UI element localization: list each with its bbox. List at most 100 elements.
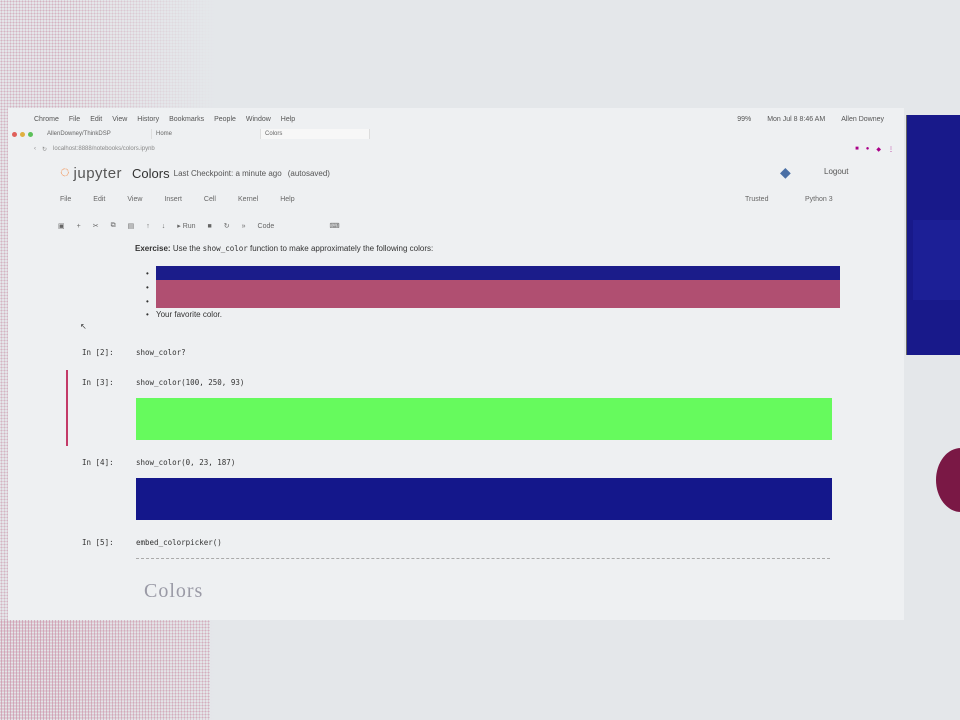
selected-cell-indicator	[66, 370, 68, 446]
nb-menu-insert[interactable]: Insert	[164, 196, 182, 208]
nb-menu-help[interactable]: Help	[280, 196, 294, 208]
jupyter-logo-icon[interactable]: ◌	[60, 164, 70, 182]
add-cell-icon[interactable]: +	[77, 223, 81, 230]
color-picker-output[interactable]	[136, 558, 830, 621]
menu-icon[interactable]: ⋮	[888, 146, 894, 153]
code-cell-3[interactable]: In [3]: show_color(100, 250, 93)	[82, 378, 244, 387]
favorite-color-text: Your favorite color.	[156, 309, 222, 319]
target-swatch-blue	[156, 266, 840, 280]
color-output-blue	[136, 478, 832, 520]
tab-label: Colors	[265, 131, 283, 137]
code-cell-4[interactable]: In [4]: show_color(0, 23, 187)	[82, 458, 235, 467]
browser-tab-strip: AllenDowney/ThinkDSP Home Colors	[8, 128, 904, 140]
list-item: •	[146, 280, 840, 294]
jupyter-header: ◌ jupyter Colors Last Checkpoint: a minu…	[60, 162, 880, 184]
exercise-post: function to make approximately the follo…	[250, 244, 434, 253]
window-controls	[12, 131, 33, 137]
save-icon[interactable]: ▣	[58, 222, 65, 230]
mac-menu-bar: Chrome File Edit View History Bookmarks …	[8, 112, 904, 126]
nb-menu-edit[interactable]: Edit	[93, 196, 105, 208]
reload-icon[interactable]: ↻	[42, 146, 47, 153]
menu-view[interactable]: View	[112, 116, 127, 123]
side-logo-icon	[936, 448, 960, 512]
side-slide-preview	[906, 115, 960, 355]
tab-thinkdsp[interactable]: AllenDowney/ThinkDSP	[43, 129, 152, 139]
cell-code[interactable]: show_color(0, 23, 187)	[136, 458, 235, 467]
autosave-status: (autosaved)	[287, 168, 330, 178]
nb-menu-view[interactable]: View	[127, 196, 142, 208]
status-area: 99% Mon Jul 8 8:46 AM Allen Downey	[737, 116, 904, 123]
list-item: • Your favorite color.	[146, 308, 840, 320]
menu-file[interactable]: File	[69, 116, 80, 123]
user-name[interactable]: Allen Downey	[841, 116, 884, 123]
extension-icon[interactable]: ■	[855, 146, 859, 153]
cell-code[interactable]: show_color(100, 250, 93)	[136, 378, 244, 387]
mouse-cursor-icon: ↖	[80, 322, 87, 331]
color-output-green	[136, 398, 832, 440]
fast-forward-icon[interactable]: »	[242, 223, 246, 230]
kernel-indicator: Python 3	[805, 196, 833, 203]
menu-edit[interactable]: Edit	[90, 116, 102, 123]
list-item: •	[146, 294, 840, 308]
side-slide-panel	[913, 220, 960, 300]
bullet-icon: •	[146, 309, 149, 319]
menu-history[interactable]: History	[137, 116, 159, 123]
tab-label: Home	[156, 131, 173, 137]
zoom-window-button[interactable]	[28, 131, 33, 137]
exercise-label: Exercise:	[135, 244, 171, 253]
move-down-icon[interactable]: ↓	[162, 223, 166, 230]
menu-chrome[interactable]: Chrome	[34, 116, 59, 123]
clock: Mon Jul 8 8:46 AM	[767, 115, 826, 123]
nb-menu-kernel[interactable]: Kernel	[238, 196, 258, 208]
checkpoint-status: Last Checkpoint: a minute ago	[173, 168, 282, 178]
cell-prompt: In [5]:	[82, 538, 114, 547]
notebook-title[interactable]: Colors	[132, 166, 170, 181]
url-text[interactable]: localhost:8888/notebooks/colors.ipynb	[53, 146, 155, 152]
color-picker-logo: Colors	[144, 580, 204, 602]
minimize-window-button[interactable]	[20, 131, 25, 137]
menu-people[interactable]: People	[214, 116, 236, 123]
cell-type-select[interactable]: Code	[258, 223, 318, 230]
extension-icon[interactable]: ◆	[876, 146, 881, 153]
close-window-button[interactable]	[12, 131, 17, 137]
menu-window[interactable]: Window	[246, 116, 271, 123]
exercise-text: Exercise: Use the show_color function to…	[135, 244, 433, 253]
cell-prompt: In [2]:	[82, 348, 114, 357]
command-palette-icon[interactable]: ⌨	[330, 222, 340, 230]
copy-icon[interactable]: ⧉	[111, 222, 116, 230]
paste-icon[interactable]: ▤	[128, 222, 135, 230]
bullet-icon: •	[146, 268, 149, 278]
run-label: Run	[182, 223, 196, 230]
target-swatch-pink	[156, 280, 840, 294]
extension-icon[interactable]: ●	[866, 146, 870, 153]
tab-home[interactable]: Home	[152, 129, 261, 139]
bullet-icon: •	[146, 282, 149, 292]
stop-icon[interactable]: ■	[208, 223, 212, 230]
address-bar[interactable]: ‹ ↻ localhost:8888/notebooks/colors.ipyn…	[34, 144, 894, 154]
back-icon[interactable]: ‹	[34, 146, 36, 152]
jupyter-wordmark[interactable]: jupyter	[74, 165, 123, 182]
nb-menu-cell[interactable]: Cell	[204, 196, 216, 208]
exercise-pre: Use the	[172, 244, 201, 253]
browser-window: Chrome File Edit View History Bookmarks …	[8, 108, 904, 620]
trusted-indicator[interactable]: Trusted	[745, 196, 768, 203]
tab-label: AllenDowney/ThinkDSP	[47, 131, 111, 137]
cell-prompt: In [3]:	[82, 378, 114, 387]
cell-code[interactable]: show_color?	[136, 348, 186, 357]
logout-button[interactable]: Logout	[824, 167, 848, 176]
move-up-icon[interactable]: ↑	[146, 223, 150, 230]
code-cell-2[interactable]: In [2]: show_color?	[82, 348, 186, 357]
run-button[interactable]: ▸ Run	[177, 222, 195, 230]
nb-menu-file[interactable]: File	[60, 196, 71, 208]
restart-icon[interactable]: ↻	[224, 222, 230, 230]
menu-bookmarks[interactable]: Bookmarks	[169, 116, 204, 123]
bullet-icon: •	[146, 296, 149, 306]
tab-colors[interactable]: Colors	[261, 129, 370, 139]
code-cell-5[interactable]: In [5]: embed_colorpicker()	[82, 538, 222, 547]
notebook-menu-bar: File Edit View Insert Cell Kernel Help T…	[60, 196, 880, 208]
color-bullet-list: • • • • Your favorite color.	[146, 266, 840, 320]
menu-help[interactable]: Help	[281, 116, 295, 123]
target-swatch-pink-lower	[156, 294, 840, 308]
cut-icon[interactable]: ✂	[93, 222, 99, 230]
cell-code[interactable]: embed_colorpicker()	[136, 538, 222, 547]
